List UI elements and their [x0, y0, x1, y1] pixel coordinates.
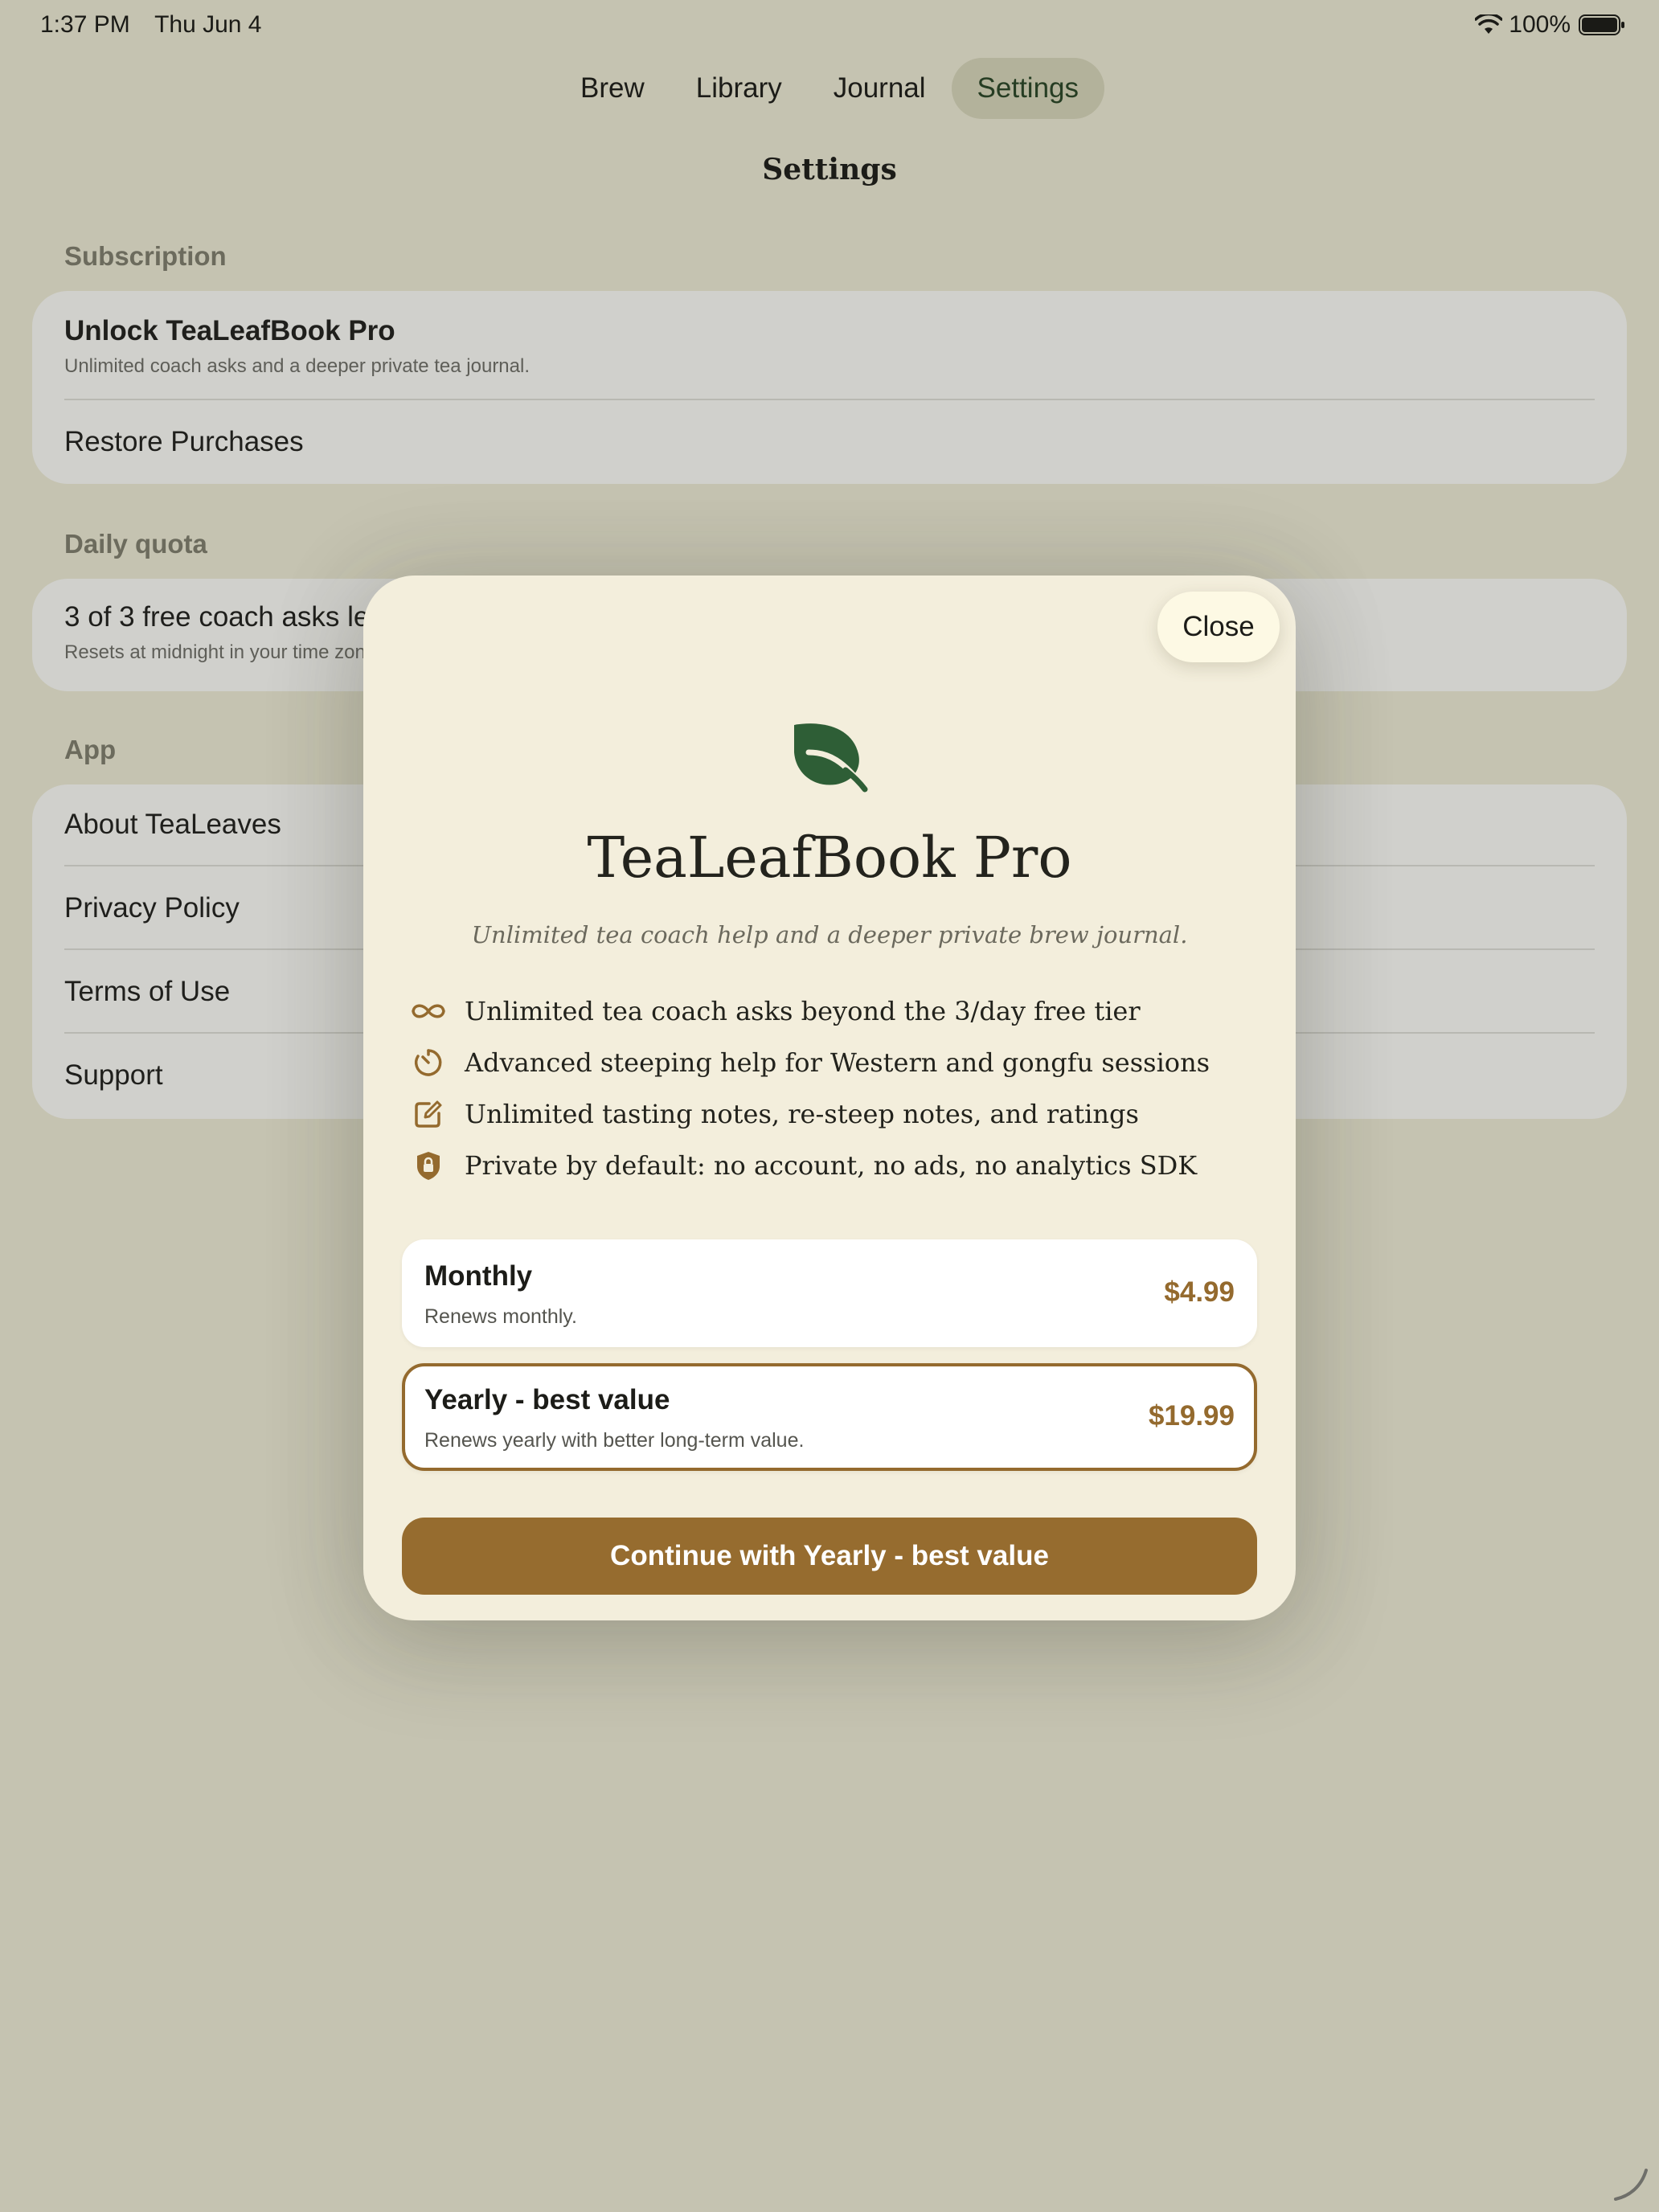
plan-price: $19.99 [1148, 1400, 1235, 1432]
tab-library[interactable]: Library [670, 58, 808, 119]
status-date: Thu Jun 4 [154, 11, 262, 38]
app-header: App [64, 735, 117, 764]
page-title: Settings [762, 153, 897, 186]
plan-price: $4.99 [1164, 1276, 1235, 1308]
timer-icon [414, 1049, 442, 1076]
edit-note-icon [415, 1100, 442, 1128]
battery-percentage: 100% [1509, 11, 1571, 38]
status-bar-left: 1:37 PM Thu Jun 4 [40, 11, 262, 39]
feature-item: Advanced steeping help for Western and g… [408, 1037, 1260, 1088]
tab-journal[interactable]: Journal [808, 58, 952, 119]
status-time: 1:37 PM [40, 11, 130, 38]
battery-icon [1579, 14, 1624, 35]
feature-text: Unlimited tea coach asks beyond the 3/da… [465, 996, 1141, 1026]
paywall-modal: Close TeaLeafBook Pro Unlimited tea coac… [363, 576, 1296, 1620]
wifi-icon [1475, 14, 1503, 34]
feature-item: Unlimited tea coach asks beyond the 3/da… [408, 985, 1260, 1037]
feature-list: Unlimited tea coach asks beyond the 3/da… [408, 985, 1260, 1191]
feature-text: Private by default: no account, no ads, … [465, 1150, 1198, 1181]
plan-description: Renews yearly with better long-term valu… [424, 1429, 805, 1452]
leaf-icon [794, 723, 868, 793]
feature-text: Advanced steeping help for Western and g… [465, 1047, 1210, 1078]
top-tab-bar: Brew Library Journal Settings [0, 56, 1659, 121]
tab-brew[interactable]: Brew [555, 58, 670, 119]
feature-item: Private by default: no account, no ads, … [408, 1140, 1260, 1191]
unlock-pro-title: Unlock TeaLeafBook Pro [64, 315, 395, 346]
restore-purchases-row[interactable]: Restore Purchases [64, 426, 1595, 458]
unlock-pro-subtitle: Unlimited coach asks and a deeper privat… [64, 355, 530, 377]
plan-yearly[interactable]: Yearly - best value Renews yearly with b… [402, 1363, 1257, 1471]
continue-button[interactable]: Continue with Yearly - best value [402, 1518, 1257, 1595]
subscription-header: Subscription [64, 241, 227, 271]
paywall-title: TeaLeafBook Pro [587, 825, 1072, 891]
infinity-icon [412, 1004, 445, 1018]
paywall-subtitle: Unlimited tea coach help and a deeper pr… [471, 921, 1188, 948]
resize-handle-icon[interactable] [1611, 2164, 1651, 2204]
unlock-pro-row[interactable]: Unlock TeaLeafBook Pro Unlimited coach a… [64, 315, 1595, 378]
lock-shield-icon [417, 1152, 440, 1180]
status-bar-right: 100% [1475, 11, 1625, 39]
plan-name: Yearly - best value [424, 1384, 670, 1415]
feature-text: Unlimited tasting notes, re-steep notes,… [465, 1099, 1139, 1129]
close-button[interactable]: Close [1157, 592, 1280, 662]
subscription-card: Unlock TeaLeafBook Pro Unlimited coach a… [32, 291, 1627, 484]
divider [64, 399, 1595, 400]
plan-name: Monthly [424, 1260, 533, 1292]
daily-quota-header: Daily quota [64, 529, 207, 559]
tab-settings[interactable]: Settings [951, 58, 1104, 119]
feature-item: Unlimited tasting notes, re-steep notes,… [408, 1088, 1260, 1140]
plan-description: Renews monthly. [424, 1305, 577, 1328]
restore-purchases-label: Restore Purchases [64, 426, 304, 457]
plan-monthly[interactable]: Monthly Renews monthly. $4.99 [402, 1239, 1257, 1347]
